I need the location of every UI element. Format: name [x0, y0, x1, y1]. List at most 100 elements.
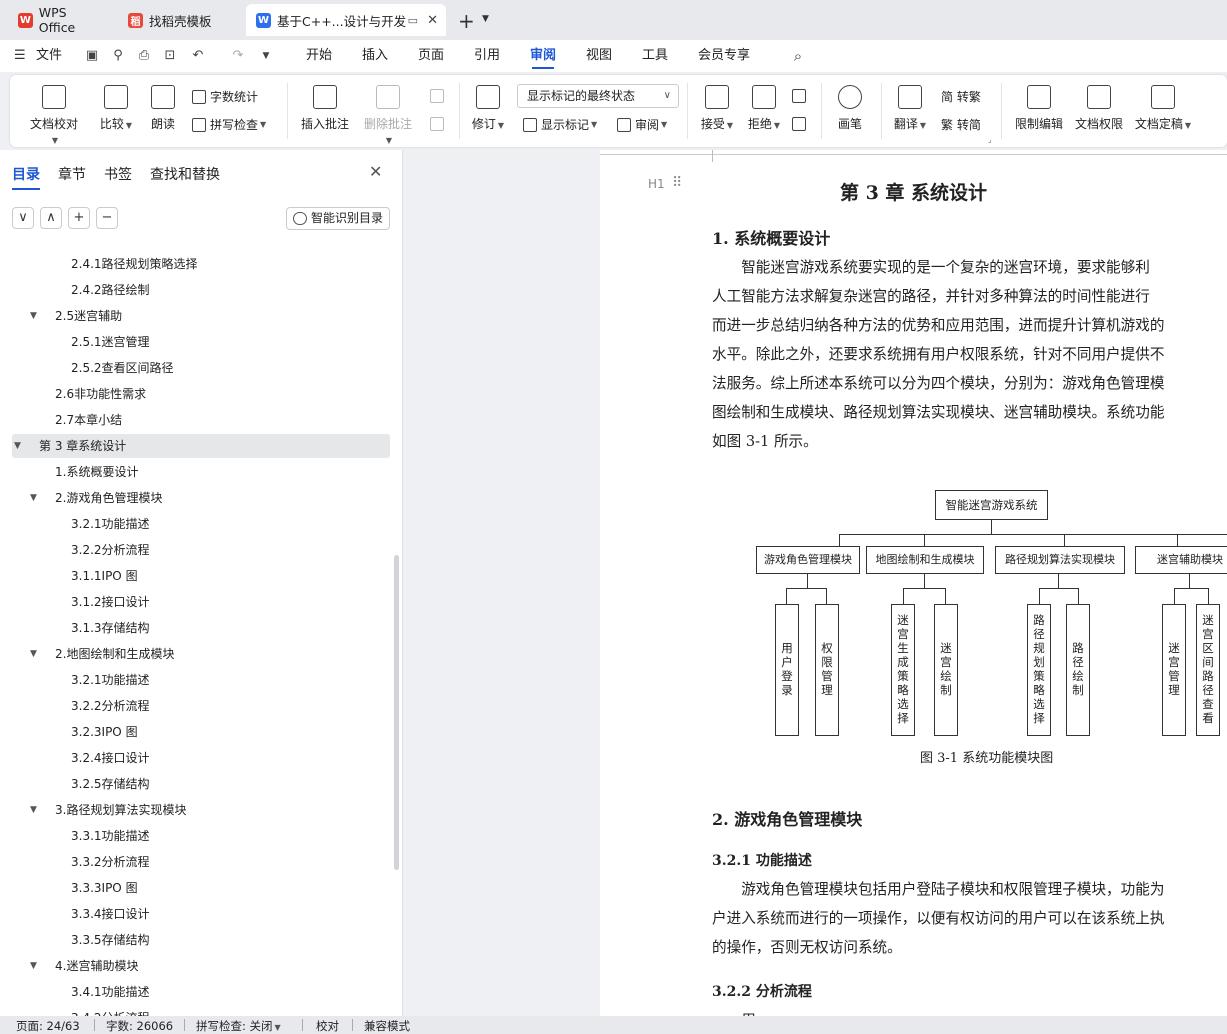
smart-toc-button[interactable]: 智能识别目录 [286, 207, 390, 230]
menu-home[interactable]: 开始 [306, 40, 332, 72]
pen-button[interactable]: 画笔 [832, 83, 868, 132]
print-icon[interactable]: ⎙ [136, 48, 152, 64]
toc-item[interactable]: 2.4.1路径规划策略选择 [12, 252, 390, 276]
spell-check-status[interactable]: 拼写检查: 关闭 ▼ [196, 1018, 281, 1034]
read-aloud-button[interactable]: 朗读 [148, 83, 178, 132]
toc-item[interactable]: ▼ 3.路径规划算法实现模块 [12, 798, 390, 822]
tab-wps-office[interactable]: W WPS Office [8, 4, 116, 36]
toc-scrollbar[interactable] [394, 555, 399, 870]
toc-item[interactable]: 2.6非功能性需求 [12, 382, 390, 406]
toc-item[interactable]: 3.2.3IPO 图 [12, 720, 390, 744]
toc-item[interactable]: 3.2.1功能描述 [12, 512, 390, 536]
toc-item[interactable]: 2.7本章小结 [12, 408, 390, 432]
new-tab-button[interactable]: + [458, 9, 475, 33]
save-icon[interactable]: ▣ [84, 48, 100, 64]
toc-item[interactable]: 3.3.5存储结构 [12, 928, 390, 952]
review-pane-button[interactable]: 审阅 ▼ [617, 116, 667, 133]
toc-item[interactable]: 3.2.1功能描述 [12, 668, 390, 692]
toc-item[interactable]: ▼ 2.5迷宫辅助 [12, 304, 390, 328]
add-level-button[interactable]: + [68, 207, 90, 229]
expand-arrow-icon[interactable]: ▼ [30, 304, 37, 328]
hamburger-icon[interactable]: ☰ [14, 48, 26, 63]
menu-reference[interactable]: 引用 [474, 40, 500, 72]
prev-comment-icon[interactable] [430, 89, 448, 103]
undo-icon[interactable]: ↶ [190, 48, 206, 64]
toc-item[interactable]: 3.1.2接口设计 [12, 590, 390, 614]
doc-check-button[interactable]: 文档校对▼ [26, 83, 82, 146]
doc-permission-button[interactable]: 文档权限 [1071, 83, 1127, 132]
print-preview-icon[interactable]: ⊡ [162, 48, 178, 64]
next-comment-icon[interactable] [430, 117, 448, 131]
show-markup-button[interactable]: 显示标记 ▼ [523, 116, 597, 133]
revise-button[interactable]: 修订 ▼ [469, 83, 507, 132]
panel-tab-toc[interactable]: 目录 [12, 164, 40, 190]
expand-arrow-icon[interactable]: ▼ [30, 486, 37, 510]
panel-tab-find-replace[interactable]: 查找和替换 [150, 164, 220, 184]
toc-item[interactable]: 3.2.4接口设计 [12, 746, 390, 770]
toc-item[interactable]: 3.3.1功能描述 [12, 824, 390, 848]
search-icon[interactable]: ⌕ [790, 48, 806, 64]
accept-button[interactable]: 接受 ▼ [698, 83, 736, 132]
expand-arrow-icon[interactable]: ▼ [30, 954, 37, 978]
menu-tools[interactable]: 工具 [642, 40, 668, 72]
close-panel-icon[interactable]: ✕ [369, 162, 382, 181]
toc-item[interactable]: 1.系统概要设计 [12, 460, 390, 484]
collapse-up-button[interactable]: ∧ [40, 207, 62, 229]
toc-item[interactable]: 3.3.4接口设计 [12, 902, 390, 926]
more-chevron-icon[interactable]: ▼ [258, 48, 274, 64]
spell-check-button[interactable]: 拼写检查 ▼ [192, 116, 266, 133]
expand-arrow-icon[interactable]: ▼ [30, 798, 37, 822]
link-icon[interactable]: ⚲ [110, 48, 126, 64]
proofread-status[interactable]: 校对 [316, 1018, 339, 1034]
expand-down-button[interactable]: ∨ [12, 207, 34, 229]
panel-tab-bookmarks[interactable]: 书签 [104, 164, 132, 184]
delete-comment-button[interactable]: 删除批注▼ [360, 83, 416, 146]
toc-item[interactable]: 3.3.2分析流程 [12, 850, 390, 874]
menu-review[interactable]: 审阅 [530, 40, 556, 72]
toc-item[interactable]: 2.4.2路径绘制 [12, 278, 390, 302]
menu-member[interactable]: 会员专享 [698, 40, 750, 72]
toc-item[interactable]: ▼ 4.迷宫辅助模块 [12, 954, 390, 978]
redo-icon[interactable]: ↷ [230, 48, 246, 64]
translate-button[interactable]: 翻译 ▼ [890, 83, 930, 132]
to-simplified-button[interactable]: 繁 转简 [941, 116, 981, 133]
word-count-button[interactable]: 字数统计 [192, 88, 258, 105]
toc-item[interactable]: ▼ 第 3 章系统设计 [12, 434, 390, 458]
toc-item[interactable]: 3.3.3IPO 图 [12, 876, 390, 900]
tab-pin-icon[interactable]: ▭ [408, 14, 418, 27]
prev-revision-icon[interactable] [792, 89, 810, 103]
markup-state-select[interactable]: 显示标记的最终状态 ∨ [517, 84, 679, 108]
next-revision-icon[interactable] [792, 117, 810, 131]
dialog-launcher-icon[interactable]: ⌟ [988, 135, 992, 144]
toc-item[interactable]: 3.4.2分析流程 [12, 1006, 390, 1016]
tab-document[interactable]: W 基于C++...设计与开发 ▭ ✕ [246, 4, 446, 36]
toc-item[interactable]: ▼ 2.地图绘制和生成模块 [12, 642, 390, 666]
toc-item[interactable]: ▼ 2.游戏角色管理模块 [12, 486, 390, 510]
toc-item[interactable]: 3.4.1功能描述 [12, 980, 390, 1004]
expand-arrow-icon[interactable]: ▼ [14, 434, 21, 458]
toc-item[interactable]: 3.1.3存储结构 [12, 616, 390, 640]
to-traditional-button[interactable]: 简 转繁 [941, 88, 981, 105]
menu-page[interactable]: 页面 [418, 40, 444, 72]
tab-list-chevron-icon[interactable]: ▼ [482, 14, 489, 24]
close-tab-icon[interactable]: ✕ [427, 13, 438, 28]
remove-level-button[interactable]: − [96, 207, 118, 229]
finalize-button[interactable]: 文档定稿 ▼ [1131, 83, 1195, 132]
tab-docer-template[interactable]: 稻 找稻壳模板 [118, 4, 244, 36]
page-indicator[interactable]: 页面: 24/63 [16, 1018, 80, 1034]
toc-item[interactable]: 3.2.2分析流程 [12, 694, 390, 718]
toc-item[interactable]: 2.5.2查看区间路径 [12, 356, 390, 380]
menu-view[interactable]: 视图 [586, 40, 612, 72]
toc-item[interactable]: 2.5.1迷宫管理 [12, 330, 390, 354]
toc-item[interactable]: 3.2.2分析流程 [12, 538, 390, 562]
menu-insert[interactable]: 插入 [362, 40, 388, 72]
restrict-edit-button[interactable]: 限制编辑 [1011, 83, 1067, 132]
menu-file[interactable]: 文件 [36, 40, 62, 72]
reject-button[interactable]: 拒绝 ▼ [745, 83, 783, 132]
word-count-indicator[interactable]: 字数: 26066 [106, 1018, 173, 1034]
toc-item[interactable]: 3.1.1IPO 图 [12, 564, 390, 588]
toc-item[interactable]: 3.2.5存储结构 [12, 772, 390, 796]
compare-button[interactable]: 比较 ▼ [96, 83, 136, 132]
panel-tab-chapters[interactable]: 章节 [58, 164, 86, 184]
insert-comment-button[interactable]: 插入批注 [300, 83, 350, 132]
